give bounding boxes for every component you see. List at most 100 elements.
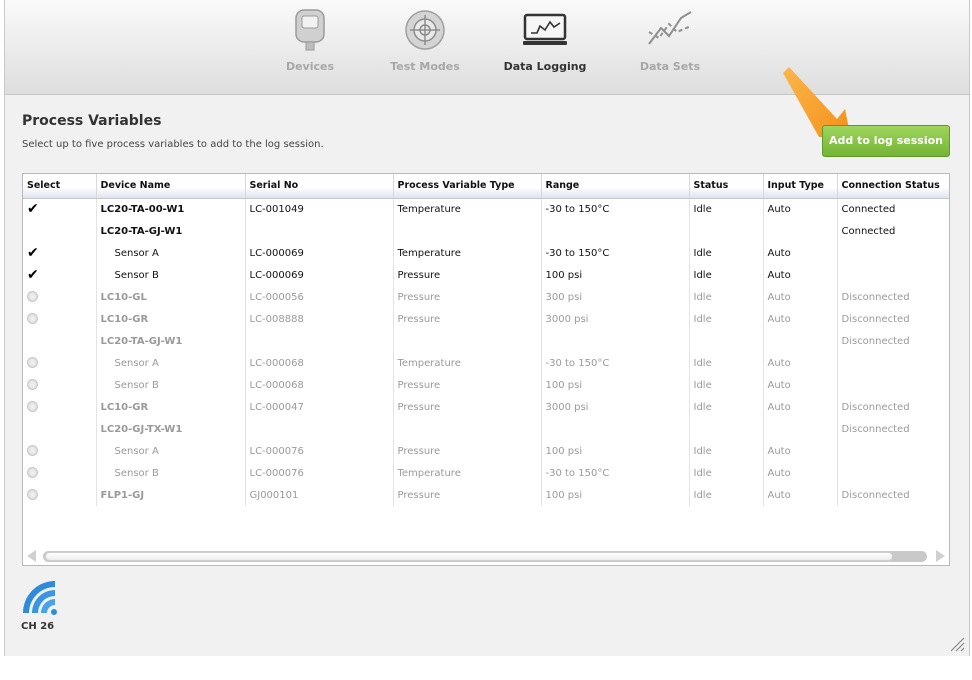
input-type-cell xyxy=(763,220,838,242)
pv-type-cell xyxy=(393,330,542,352)
connection-status-cell xyxy=(837,352,949,374)
channel-indicator[interactable]: CH 26 xyxy=(21,579,61,632)
select-cell[interactable] xyxy=(23,220,97,242)
checkmark-icon[interactable]: ✔ xyxy=(27,268,39,282)
table-row[interactable]: LC20-TA-GJ-W1 Connected xyxy=(23,220,949,242)
col-header-status[interactable]: Status xyxy=(689,174,764,199)
table-row[interactable]: LC20-TA-GJ-W1 Disconnected xyxy=(23,330,949,352)
table-row[interactable]: LC20-GJ-TX-W1 Disconnected xyxy=(23,418,949,440)
range-cell xyxy=(541,418,690,440)
radio-button[interactable] xyxy=(27,401,38,413)
col-header-select[interactable]: Select xyxy=(23,174,97,199)
radio-button[interactable] xyxy=(27,467,38,479)
device-name-cell: Sensor B xyxy=(96,374,246,396)
pv-type-cell: Pressure xyxy=(393,396,542,418)
table-row[interactable]: FLP1-GJ GJ000101 Pressure 100 psi Idle Auto Di… xyxy=(23,484,949,506)
table-row[interactable]: Sensor A LC-000068 Temperature -30 to 150°C… xyxy=(23,352,949,374)
nav-data-logging[interactable]: Data Logging xyxy=(490,8,600,73)
status-cell xyxy=(689,220,764,242)
input-type-cell: Auto xyxy=(763,352,838,374)
table-row[interactable]: Sensor A LC-000076 Pressure 100 psi Idle Auto xyxy=(23,440,949,462)
scroll-thumb[interactable] xyxy=(45,552,893,561)
select-cell[interactable] xyxy=(23,418,97,440)
select-cell[interactable] xyxy=(23,308,97,330)
connection-status-cell: Connected xyxy=(837,220,949,242)
nav-test-modes-label: Test Modes xyxy=(390,60,460,73)
select-cell[interactable] xyxy=(23,374,97,396)
select-cell[interactable] xyxy=(23,352,97,374)
range-cell xyxy=(541,220,690,242)
radio-button[interactable] xyxy=(27,379,38,391)
checkmark-icon[interactable]: ✔ xyxy=(27,246,39,260)
select-cell[interactable]: ✔ xyxy=(23,242,97,264)
serial-no-cell: LC-001049 xyxy=(245,198,394,220)
radio-button[interactable] xyxy=(27,489,38,501)
table-row[interactable]: ✔ Sensor A LC-000069 Temperature -30 to 150°… xyxy=(23,242,949,264)
checkmark-icon[interactable]: ✔ xyxy=(27,202,39,216)
horizontal-scrollbar[interactable] xyxy=(23,547,949,565)
col-header-device-name[interactable]: Device Name xyxy=(96,174,246,199)
table-row[interactable]: Sensor B LC-000068 Pressure 100 psi Idle Auto xyxy=(23,374,949,396)
col-header-connection-status[interactable]: Connection Status xyxy=(837,174,949,199)
range-cell: 100 psi xyxy=(541,264,690,286)
connection-status-cell xyxy=(837,264,949,286)
status-cell: Idle xyxy=(689,396,764,418)
pv-type-cell: Pressure xyxy=(393,484,542,506)
select-cell[interactable] xyxy=(23,462,97,484)
status-cell xyxy=(689,418,764,440)
table-row[interactable]: ✔ LC20-TA-00-W1 LC-001049 Temperature -30 to… xyxy=(23,198,949,220)
add-to-log-session-button[interactable]: Add to log session xyxy=(822,125,950,157)
scroll-left-icon[interactable] xyxy=(27,550,36,562)
pv-type-cell: Pressure xyxy=(393,286,542,308)
connection-status-cell: Disconnected xyxy=(837,418,949,440)
table-row[interactable]: LC10-GR LC-000047 Pressure 3000 psi Idle Auto… xyxy=(23,396,949,418)
col-header-input-type[interactable]: Input Type xyxy=(763,174,838,199)
select-cell[interactable] xyxy=(23,330,97,352)
table-row[interactable]: ✔ Sensor B LC-000069 Pressure 100 psi Idle Aut… xyxy=(23,264,949,286)
select-cell[interactable] xyxy=(23,396,97,418)
status-cell: Idle xyxy=(689,440,764,462)
status-cell: Idle xyxy=(689,264,764,286)
connection-status-cell xyxy=(837,462,949,484)
connection-status-cell: Connected xyxy=(837,198,949,220)
select-cell[interactable]: ✔ xyxy=(23,198,97,220)
nav-devices[interactable]: Devices xyxy=(255,8,365,73)
pv-type-cell: Pressure xyxy=(393,308,542,330)
range-cell: 100 psi xyxy=(541,440,690,462)
col-header-process-variable-type[interactable]: Process Variable Type xyxy=(393,174,542,199)
table-row[interactable]: LC10-GL LC-000056 Pressure 300 psi Idle Auto D… xyxy=(23,286,949,308)
page-title: Process Variables xyxy=(22,113,162,129)
connection-status-cell xyxy=(837,440,949,462)
select-cell[interactable] xyxy=(23,440,97,462)
col-header-range[interactable]: Range xyxy=(541,174,690,199)
pv-type-cell: Temperature xyxy=(393,352,542,374)
radio-button[interactable] xyxy=(27,313,38,325)
input-type-cell: Auto xyxy=(763,462,838,484)
select-cell[interactable] xyxy=(23,484,97,506)
select-cell[interactable]: ✔ xyxy=(23,264,97,286)
nav-test-modes[interactable]: Test Modes xyxy=(370,8,480,73)
serial-no-cell xyxy=(245,330,394,352)
radio-button[interactable] xyxy=(27,357,38,369)
status-cell: Idle xyxy=(689,286,764,308)
input-type-cell xyxy=(763,418,838,440)
radio-button[interactable] xyxy=(27,445,38,457)
select-cell[interactable] xyxy=(23,286,97,308)
radio-button[interactable] xyxy=(27,291,38,303)
connection-status-cell: Disconnected xyxy=(837,396,949,418)
serial-no-cell: LC-000068 xyxy=(245,374,394,396)
range-cell: -30 to 150°C xyxy=(541,462,690,484)
status-cell: Idle xyxy=(689,308,764,330)
app-window: Devices Test Modes Data Logging Data Set… xyxy=(4,0,970,656)
col-header-serial-no[interactable]: Serial No xyxy=(245,174,394,199)
device-name-cell: LC20-TA-00-W1 xyxy=(96,198,246,220)
status-cell: Idle xyxy=(689,242,764,264)
table-header-row: Select Device Name Serial No Process Var… xyxy=(23,174,949,199)
nav-data-sets[interactable]: Data Sets xyxy=(615,8,725,73)
table-row[interactable]: LC10-GR LC-008888 Pressure 3000 psi Idle Auto… xyxy=(23,308,949,330)
table-row[interactable]: Sensor B LC-000076 Temperature -30 to 150°C… xyxy=(23,462,949,484)
device-name-cell: Sensor B xyxy=(96,264,246,286)
scroll-right-icon[interactable] xyxy=(936,550,945,562)
resize-grip-icon[interactable] xyxy=(949,636,965,652)
serial-no-cell: LC-000076 xyxy=(245,440,394,462)
